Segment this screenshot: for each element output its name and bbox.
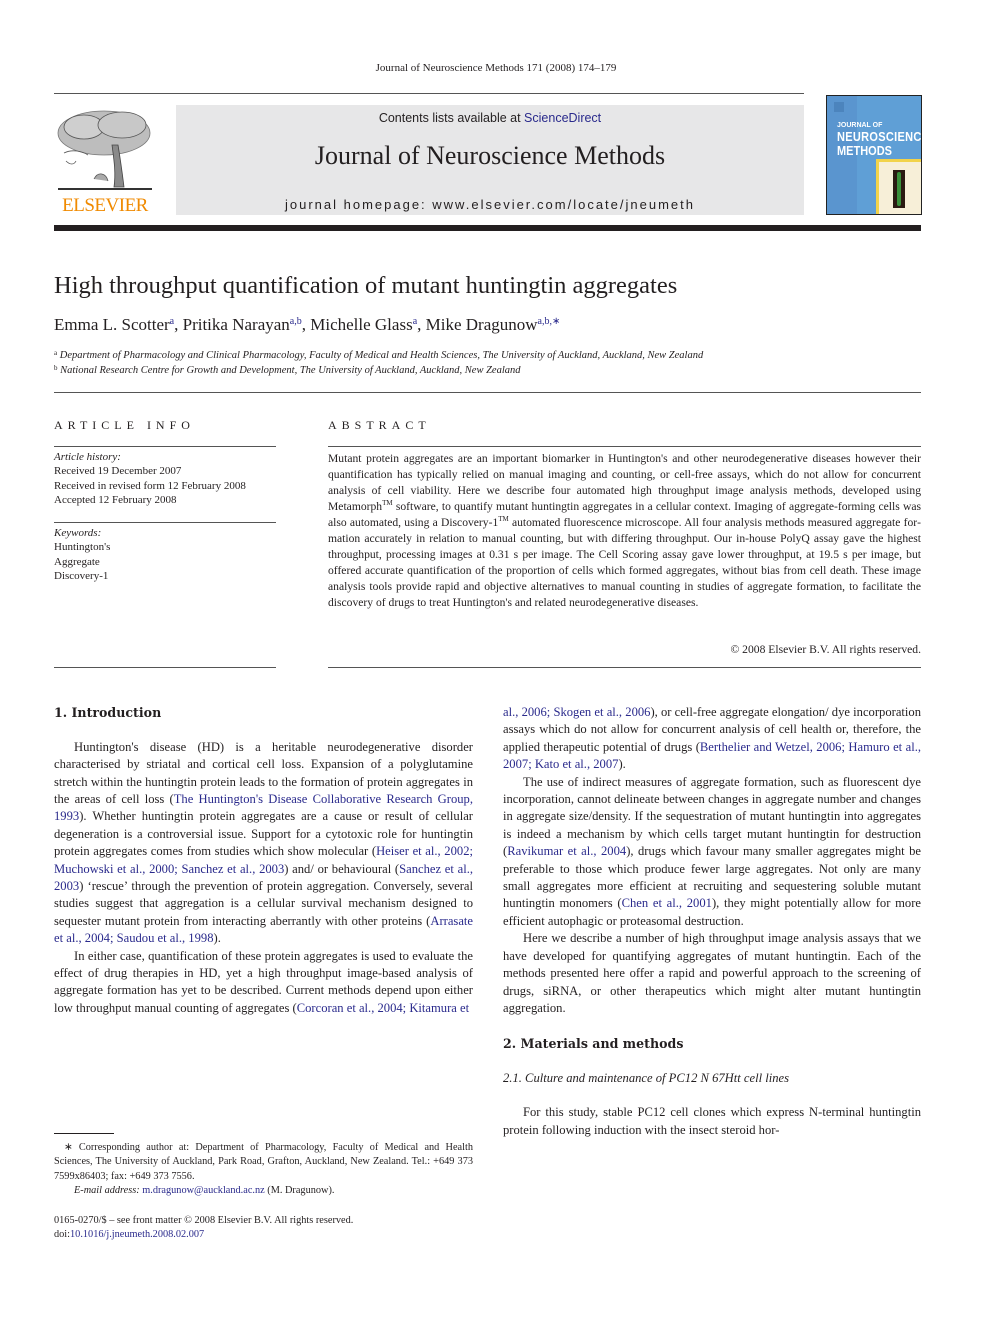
author-list: Emma L. Scottera, Pritika Narayana,b, Mi… xyxy=(54,315,561,334)
keywords: Keywords: Huntington's Aggregate Discove… xyxy=(54,526,110,584)
keyword: Aggregate xyxy=(54,555,100,568)
text-run: For this study, stable PC12 cell clones … xyxy=(503,1105,921,1137)
section-heading-introduction: 1. Introduction xyxy=(54,705,162,720)
abstract-text: Mutant protein aggregates are an importa… xyxy=(328,451,921,611)
abstract-heading: ABSTRACT xyxy=(328,418,431,432)
journal-masthead: Contents lists available at ScienceDirec… xyxy=(176,105,804,215)
divider xyxy=(328,446,921,447)
paragraph: For this study, stable PC12 cell clones … xyxy=(503,1104,921,1139)
affiliation: a Department of Pharmacology and Clinica… xyxy=(54,349,703,361)
cover-line-3: METHODS xyxy=(837,144,892,159)
issn-block: 0165-0270/$ – see front matter © 2008 El… xyxy=(54,1214,353,1243)
doi-prefix: doi: xyxy=(54,1229,71,1241)
trademark-mark: TM xyxy=(498,514,509,523)
issn-line: 0165-0270/$ – see front matter © 2008 El… xyxy=(54,1215,354,1226)
author-affil-mark[interactable]: a xyxy=(170,316,174,327)
keyword: Discovery-1 xyxy=(54,570,109,583)
sciencedirect-link[interactable]: ScienceDirect xyxy=(524,111,601,125)
author-affil-mark[interactable]: a,b xyxy=(290,316,302,327)
paragraph-continued: al., 2006; Skogen et al., 2006), or cell… xyxy=(503,704,921,774)
history-label: Article history: xyxy=(54,451,121,463)
history-revised: Received in revised form 12 February 200… xyxy=(54,479,246,492)
footnote-divider xyxy=(54,1133,114,1134)
paragraph: The use of indirect measures of aggregat… xyxy=(503,774,921,931)
keyword: Huntington's xyxy=(54,541,111,554)
citation-link[interactable]: al., 2006; Skogen et al., 2006 xyxy=(503,705,650,719)
author-name[interactable]: Pritika Narayan xyxy=(183,315,290,334)
affiliation: b National Research Centre for Growth an… xyxy=(54,364,521,376)
text-run: ) ‘rescue’ through the prevention of pro… xyxy=(54,879,473,928)
paragraph: Huntington's disease (HD) is a heritable… xyxy=(54,739,473,948)
affil-mark: a xyxy=(54,349,58,357)
paragraph: In either case, quantification of these … xyxy=(54,948,473,1018)
email-link[interactable]: m.dragunow@auckland.ac.nz xyxy=(142,1185,264,1196)
author-name[interactable]: Mike Dragunow xyxy=(426,315,538,334)
citation-link[interactable]: Chen et al., 2001 xyxy=(622,896,712,910)
journal-cover-thumbnail[interactable]: JOURNAL OF NEUROSCIENCE METHODS xyxy=(826,95,922,215)
text-run: Here we describe a number of high throug… xyxy=(503,931,921,1015)
keywords-label: Keywords: xyxy=(54,527,102,539)
cover-image-panel xyxy=(876,159,921,214)
running-head: Journal of Neuroscience Methods 171 (200… xyxy=(375,62,617,74)
divider xyxy=(54,446,276,447)
article-title: High throughput quantification of mutant… xyxy=(54,272,678,299)
divider xyxy=(54,392,921,393)
elsevier-logo[interactable]: ELSEVIER xyxy=(54,105,156,217)
trademark-mark: TM xyxy=(382,498,393,507)
corresponding-author-note: ∗ Corresponding author at: Department of… xyxy=(54,1142,473,1182)
divider xyxy=(54,667,276,668)
text-run: ) and/ or behavioural ( xyxy=(284,861,400,876)
elsevier-mini-logo-icon xyxy=(834,102,844,112)
article-history: Article history: Received 19 December 20… xyxy=(54,450,246,508)
author-affil-mark[interactable]: a xyxy=(413,316,417,327)
author-affil-mark[interactable]: a,b,∗ xyxy=(538,316,561,327)
history-received: Received 19 December 2007 xyxy=(54,465,182,478)
text-run: ). xyxy=(618,757,626,772)
affil-mark: b xyxy=(54,364,58,372)
footnote: ∗ Corresponding author at: Department of… xyxy=(54,1141,473,1198)
contents-prefix: Contents lists available at xyxy=(378,111,525,125)
micrograph-icon xyxy=(893,170,905,208)
section-heading-materials-methods: 2. Materials and methods xyxy=(503,1035,684,1051)
journal-homepage-link[interactable]: journal homepage: www.elsevier.com/locat… xyxy=(176,197,804,212)
divider xyxy=(54,522,276,523)
journal-name: Journal of Neuroscience Methods xyxy=(314,141,666,170)
tree-icon xyxy=(57,110,152,190)
contents-line: Contents lists available at ScienceDirec… xyxy=(176,111,804,125)
subsection-heading: 2.1. Culture and maintenance of PC12 N 6… xyxy=(503,1070,790,1085)
abstract-copyright: © 2008 Elsevier B.V. All rights reserved… xyxy=(730,643,921,656)
article-info-heading: ARTICLE INFO xyxy=(54,418,195,432)
text-run: ). xyxy=(213,931,221,946)
header-divider xyxy=(54,225,921,231)
cover-line-1: JOURNAL OF xyxy=(837,122,883,129)
doi-line: doi:10.1016/j.jneumeth.2008.02.007 xyxy=(54,1228,353,1242)
affil-text: National Research Centre for Growth and … xyxy=(60,365,521,376)
citation-link[interactable]: Ravikumar et al., 2004 xyxy=(507,844,626,858)
doi-link[interactable]: 10.1016/j.jneumeth.2008.02.007 xyxy=(70,1229,204,1240)
abstract-part: automated fluorescence microscope. All f… xyxy=(328,515,921,609)
divider xyxy=(328,667,921,668)
body-column-left: 1. Introduction Huntington's disease (HD… xyxy=(54,704,473,1017)
email-suffix: (M. Dragunow). xyxy=(264,1184,335,1196)
email-label: E-mail address: xyxy=(74,1184,143,1196)
author-name[interactable]: Emma L. Scotter xyxy=(54,315,170,334)
history-accepted: Accepted 12 February 2008 xyxy=(54,494,177,507)
elsevier-wordmark: ELSEVIER xyxy=(62,195,148,216)
divider xyxy=(54,93,804,94)
citation-link[interactable]: Corcoran et al., 2004; Kitamura et xyxy=(297,1001,469,1015)
email-line: E-mail address: m.dragunow@auckland.ac.n… xyxy=(54,1184,473,1198)
paragraph: Here we describe a number of high throug… xyxy=(503,930,921,1017)
author-name[interactable]: Michelle Glass xyxy=(310,315,412,334)
cover-line-2: NEUROSCIENCE xyxy=(837,130,922,145)
body-column-right: al., 2006; Skogen et al., 2006), or cell… xyxy=(503,704,921,1139)
affil-text: Department of Pharmacology and Clinical … xyxy=(59,350,704,361)
